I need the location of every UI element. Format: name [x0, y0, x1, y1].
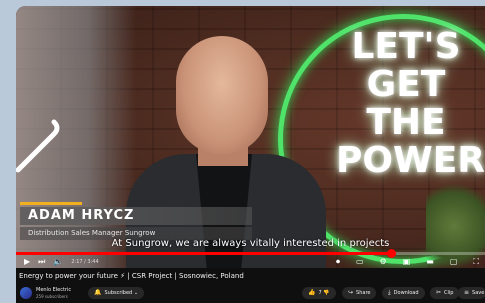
thumbs-up-icon: 👍	[308, 289, 316, 296]
volume-icon[interactable]: 🔈	[53, 256, 63, 268]
play-icon[interactable]: ▶	[24, 256, 30, 268]
share-icon: ↪	[348, 289, 354, 296]
progress-bar[interactable]	[16, 249, 485, 258]
download-icon: ⤓	[388, 289, 391, 296]
channel-name[interactable]: Menlo Electric	[36, 287, 71, 293]
subscribed-label: Subscribed	[104, 290, 133, 296]
lower-third-accent	[20, 202, 82, 205]
video-player[interactable]: LET'S GET THE POWER ADAM HRYCZ Distribut…	[16, 6, 485, 268]
subtitle-caption: At Sungrow, we are always vitally intere…	[111, 238, 390, 249]
fullscreen-icon[interactable]: ⛶	[473, 256, 479, 268]
download-label: Download	[393, 290, 419, 296]
neon-line-4: POWER	[336, 140, 485, 181]
clip-label: Clip	[444, 290, 454, 296]
subscribed-button[interactable]: 🔔 Subscribed ⌄	[88, 287, 145, 299]
neon-line-3: THE	[366, 102, 446, 143]
video-info: Energy to power your future ⚡ | CSR Proj…	[16, 270, 485, 303]
chevron-icon	[16, 119, 60, 173]
player-controls: ▶ ⏭ 🔈 2:17 / 3:44 ⏺ ▭ ⚙ ▣ ▬ ▢ ⛶	[16, 256, 485, 268]
autoplay-toggle-icon[interactable]: ⏺	[336, 256, 340, 268]
player-controls-right: ⏺ ▭ ⚙ ▣ ▬ ▢ ⛶	[328, 256, 485, 268]
neon-line-1: LET'S	[351, 26, 461, 67]
speaker-head	[176, 36, 268, 154]
bell-icon: 🔔	[94, 289, 102, 296]
theater-mode-icon[interactable]: ▬	[426, 256, 434, 268]
subtitles-icon[interactable]: ▭	[356, 256, 364, 268]
neon-line-2: GET	[366, 64, 446, 105]
speaker-name: ADAM HRYCZ	[20, 207, 252, 225]
chevron-down-icon: ⌄	[133, 290, 139, 296]
video-page: LET'S GET THE POWER ADAM HRYCZ Distribut…	[16, 6, 485, 303]
share-button[interactable]: ↪ Share	[342, 287, 377, 299]
save-label: Save	[472, 290, 485, 296]
neon-sign: LET'S GET THE POWER	[336, 26, 485, 181]
share-label: Share	[356, 290, 371, 296]
thumbs-down-icon[interactable]: 👎	[323, 290, 329, 296]
download-button[interactable]: ⤓ Download	[382, 287, 425, 299]
save-icon: ≡	[464, 289, 470, 296]
progress-fill	[16, 252, 391, 255]
cast-icon[interactable]: ▢	[450, 256, 458, 268]
scissors-icon: ✂	[436, 289, 442, 296]
time-display: 2:17 / 3:44	[71, 259, 99, 265]
like-count: 7	[318, 290, 322, 296]
save-button[interactable]: ≡ Save	[458, 287, 485, 299]
like-button[interactable]: 👍 7 👎	[302, 287, 336, 299]
settings-icon[interactable]: ⚙	[380, 256, 387, 268]
channel-avatar[interactable]	[20, 287, 32, 299]
miniplayer-icon[interactable]: ▣	[403, 256, 411, 268]
video-title: Energy to power your future ⚡ | CSR Proj…	[19, 272, 244, 280]
clip-button[interactable]: ✂ Clip	[430, 287, 460, 299]
next-icon[interactable]: ⏭	[38, 256, 45, 268]
channel-subscriber-count: 259 subscribers	[36, 294, 68, 299]
